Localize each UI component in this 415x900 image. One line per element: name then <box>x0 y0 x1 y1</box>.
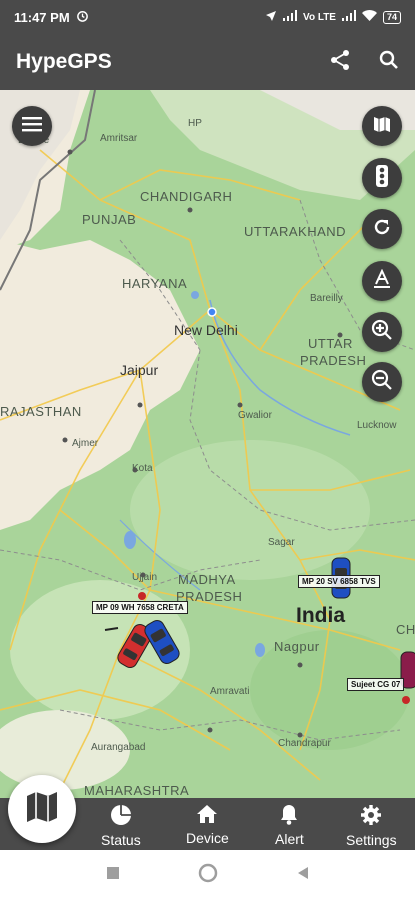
gear-icon <box>360 804 382 829</box>
map-type-button[interactable] <box>362 106 402 146</box>
zoom-in-button[interactable] <box>362 312 402 352</box>
status-bar: 11:47 PM Vo LTE 74 <box>0 0 415 34</box>
map-view[interactable]: Lahore Amritsar HP CHANDIGARH PUNJAB UTT… <box>0 90 415 798</box>
status-time: 11:47 PM <box>14 9 70 25</box>
menu-icon <box>22 116 42 137</box>
search-icon[interactable] <box>379 50 399 75</box>
share-icon[interactable] <box>329 49 351 76</box>
nav-status-label: Status <box>101 832 141 848</box>
alarm-icon <box>76 9 89 25</box>
refresh-icon <box>372 217 392 242</box>
nav-device-label: Device <box>186 830 229 846</box>
vehicle-label-1[interactable]: MP 09 WH 7658 CRETA <box>92 601 188 614</box>
zoom-out-button[interactable] <box>362 362 402 402</box>
zoom-in-icon <box>371 319 393 346</box>
network-label: Vo LTE <box>303 11 336 23</box>
location-arrow-icon <box>265 10 277 25</box>
text-icon <box>372 268 392 294</box>
app-bar: HypeGPS <box>0 34 415 90</box>
label-toggle-button[interactable] <box>362 261 402 301</box>
nav-status[interactable]: Status <box>101 804 141 848</box>
battery-indicator: 74 <box>382 10 401 24</box>
refresh-button[interactable] <box>362 209 402 249</box>
home-icon <box>196 804 218 827</box>
nav-alert-label: Alert <box>275 831 304 847</box>
vehicle-layer <box>104 557 415 704</box>
map-icon <box>372 114 392 139</box>
signal-icon <box>283 10 298 24</box>
system-navigation <box>0 850 415 900</box>
wifi-icon <box>361 10 377 24</box>
traffic-light-icon <box>374 164 390 192</box>
signal-icon-2 <box>341 10 356 24</box>
recents-icon[interactable] <box>106 866 120 885</box>
app-title: HypeGPS <box>16 50 112 73</box>
nav-settings-label: Settings <box>346 832 397 848</box>
traffic-button[interactable] <box>362 158 402 198</box>
back-icon[interactable] <box>296 866 310 885</box>
vehicle-label-3[interactable]: Sujeet CG 07 <box>347 678 405 691</box>
map-home-button[interactable] <box>8 775 76 843</box>
bell-icon <box>279 804 299 828</box>
home-circle-icon[interactable] <box>198 863 218 888</box>
pie-chart-icon <box>110 804 132 829</box>
nav-settings[interactable]: Settings <box>346 804 397 848</box>
nav-device[interactable]: Device <box>186 804 229 846</box>
nav-alert[interactable]: Alert <box>275 804 304 847</box>
map-icon <box>25 791 59 828</box>
menu-button[interactable] <box>12 106 52 146</box>
zoom-out-icon <box>371 369 393 396</box>
vehicle-label-2[interactable]: MP 20 SV 6858 TVS <box>298 575 380 588</box>
